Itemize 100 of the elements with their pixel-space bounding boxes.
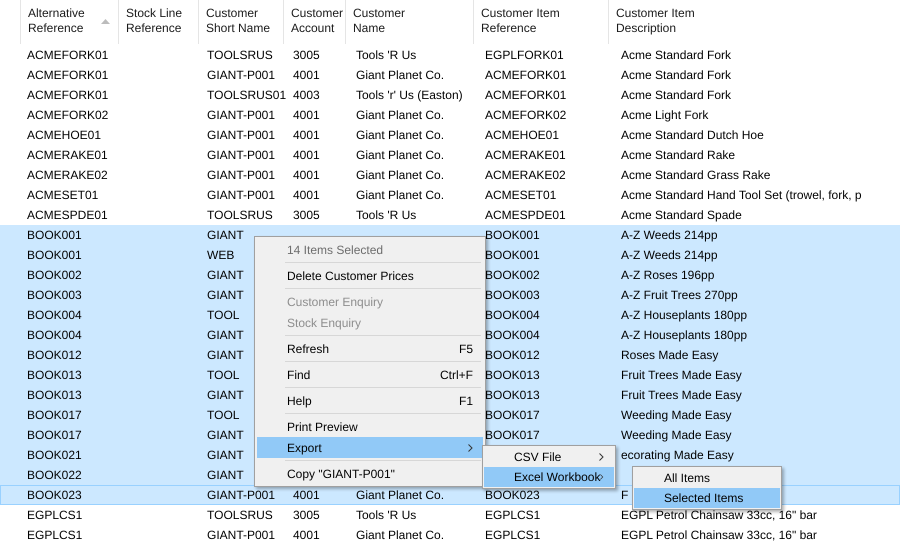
table-cell: Acme Standard Spade — [621, 208, 742, 222]
table-cell: Tools 'R Us — [356, 208, 416, 222]
table-cell: BOOK002 — [485, 268, 540, 282]
table-cell: EGPLFORK01 — [485, 48, 564, 62]
table-cell: GIANT — [207, 228, 244, 242]
table-cell: Acme Standard Fork — [621, 48, 732, 62]
table-cell: GIANT-P001 — [207, 488, 276, 502]
table-cell: ACMEFORK01 — [27, 88, 108, 102]
table-cell: EGPL Petrol Chainsaw 33cc, 16" bar — [621, 528, 817, 542]
table-cell: Giant Planet Co. — [356, 168, 444, 182]
table-cell: ACMERAKE01 — [485, 148, 566, 162]
table-cell: Tools 'R Us — [356, 48, 416, 62]
table-cell: ACMEHOE01 — [27, 128, 102, 142]
table-cell: EGPLCS1 — [485, 508, 540, 522]
table-cell: BOOK017 — [485, 408, 540, 422]
table-cell: ACMESET01 — [485, 188, 556, 202]
table-cell: ACMERAKE01 — [27, 148, 108, 162]
table-cell: 3005 — [293, 208, 320, 222]
table-cell: GIANT-P001 — [207, 148, 276, 162]
table-cell: Weeding Made Easy — [621, 408, 732, 422]
table-cell: WEB — [207, 248, 234, 262]
table-cell: ACMEFORK01 — [485, 88, 566, 102]
table-cell: 3005 — [293, 48, 320, 62]
table-cell: TOOL — [207, 308, 240, 322]
table-cell: TOOL — [207, 368, 240, 382]
table-cell: A-Z Weeds 214pp — [621, 248, 718, 262]
table-cell: EGPLCS1 — [27, 508, 82, 522]
table-cell: GIANT — [207, 468, 244, 482]
table-cell: Acme Light Fork — [621, 108, 708, 122]
table-cell: BOOK004 — [27, 328, 82, 342]
table-cell: Giant Planet Co. — [356, 188, 444, 202]
table-cell: Roses Made Easy — [621, 348, 718, 362]
table-cell: BOOK003 — [27, 288, 82, 302]
table-cell: ACMEHOE01 — [485, 128, 560, 142]
table-cell: TOOL — [207, 408, 240, 422]
table-cell: ACMEFORK02 — [27, 108, 108, 122]
table-cell: GIANT — [207, 448, 244, 462]
table-cell: Acme Standard Hand Tool Set (trowel, fork, p — [621, 188, 862, 202]
table-cell: ACMERAKE02 — [485, 168, 566, 182]
table-cell: BOOK021 — [27, 448, 82, 462]
table-cell: Acme Standard Dutch Hoe — [621, 128, 764, 142]
table-cell: Acme Standard Fork — [621, 88, 732, 102]
table-cell: BOOK001 — [485, 248, 540, 262]
table-cell: BOOK003 — [485, 288, 540, 302]
table-cell: Tools 'r' Us (Easton) — [356, 88, 463, 102]
table-cell: BOOK004 — [27, 308, 82, 322]
table-cell: BOOK022 — [27, 468, 82, 482]
table-cell: 4001 — [293, 168, 320, 182]
table-cell: GIANT-P001 — [207, 168, 276, 182]
table-cell: BOOK001 — [27, 228, 82, 242]
table-cell: TOOLSRUS01 — [207, 88, 286, 102]
table-cell: ACMESET01 — [27, 188, 98, 202]
table-cell: BOOK001 — [27, 248, 82, 262]
table-cell: 4001 — [293, 188, 320, 202]
table-cell: Giant Planet Co. — [356, 68, 444, 82]
table-cell: Giant Planet Co. — [356, 128, 444, 142]
table-cell: Tools 'R Us — [356, 508, 416, 522]
table-cell: BOOK017 — [27, 408, 82, 422]
table-cell: 4001 — [293, 528, 320, 542]
table-cell: ACMEFORK02 — [485, 108, 566, 122]
table-cell: BOOK001 — [485, 228, 540, 242]
table-cell: 4003 — [293, 88, 320, 102]
table-cell: BOOK013 — [27, 368, 82, 382]
table-cell: GIANT-P001 — [207, 528, 276, 542]
table-cell: A-Z Roses 196pp — [621, 268, 714, 282]
table-cell: Weeding Made Easy — [621, 428, 732, 442]
table-cell: 4001 — [293, 128, 320, 142]
table-cell: BOOK002 — [27, 268, 82, 282]
table-cell: Fruit Trees Made Easy — [621, 368, 742, 382]
table-cell: TOOLSRUS — [207, 48, 273, 62]
table-cell: A-Z Fruit Trees 270pp — [621, 288, 738, 302]
table-cell: Giant Planet Co. — [356, 528, 444, 542]
table-cell: Fruit Trees Made Easy — [621, 388, 742, 402]
table-cell: ACMESPDE01 — [27, 208, 108, 222]
table-cell: BOOK013 — [485, 388, 540, 402]
table-cell: ACMEFORK01 — [27, 68, 108, 82]
table-cell: A-Z Houseplants 180pp — [621, 328, 748, 342]
table-cell: ACMESPDE01 — [485, 208, 566, 222]
table-cell: GIANT — [207, 268, 244, 282]
table-cell: EGPLCS1 — [485, 528, 540, 542]
table-cell: GIANT — [207, 288, 244, 302]
table-cell: GIANT-P001 — [207, 68, 276, 82]
table-cell: 4001 — [293, 488, 320, 502]
table-cell: TOOLSRUS — [207, 208, 273, 222]
table-cell: Giant Planet Co. — [356, 148, 444, 162]
table-cell: 4001 — [293, 148, 320, 162]
table-cell: EGPL Petrol Chainsaw 33cc, 16" bar — [621, 508, 817, 522]
shortcut-text: F1 — [458, 392, 473, 410]
table-cell: Giant Planet Co. — [356, 488, 444, 502]
table-cell: BOOK013 — [485, 368, 540, 382]
table-cell: GIANT — [207, 388, 244, 402]
table-cell: GIANT-P001 — [207, 108, 276, 122]
table-cell: Acme Standard Grass Rake — [621, 168, 770, 182]
table-cell: BOOK004 — [485, 328, 540, 342]
table-cell: GIANT-P001 — [207, 188, 276, 202]
table-cell: BOOK012 — [27, 348, 82, 362]
table-cell: GIANT — [207, 428, 244, 442]
table-cell: ACMEFORK01 — [27, 48, 108, 62]
table-cell: 4001 — [293, 108, 320, 122]
table-cell: ecorating Made Easy — [621, 448, 734, 462]
